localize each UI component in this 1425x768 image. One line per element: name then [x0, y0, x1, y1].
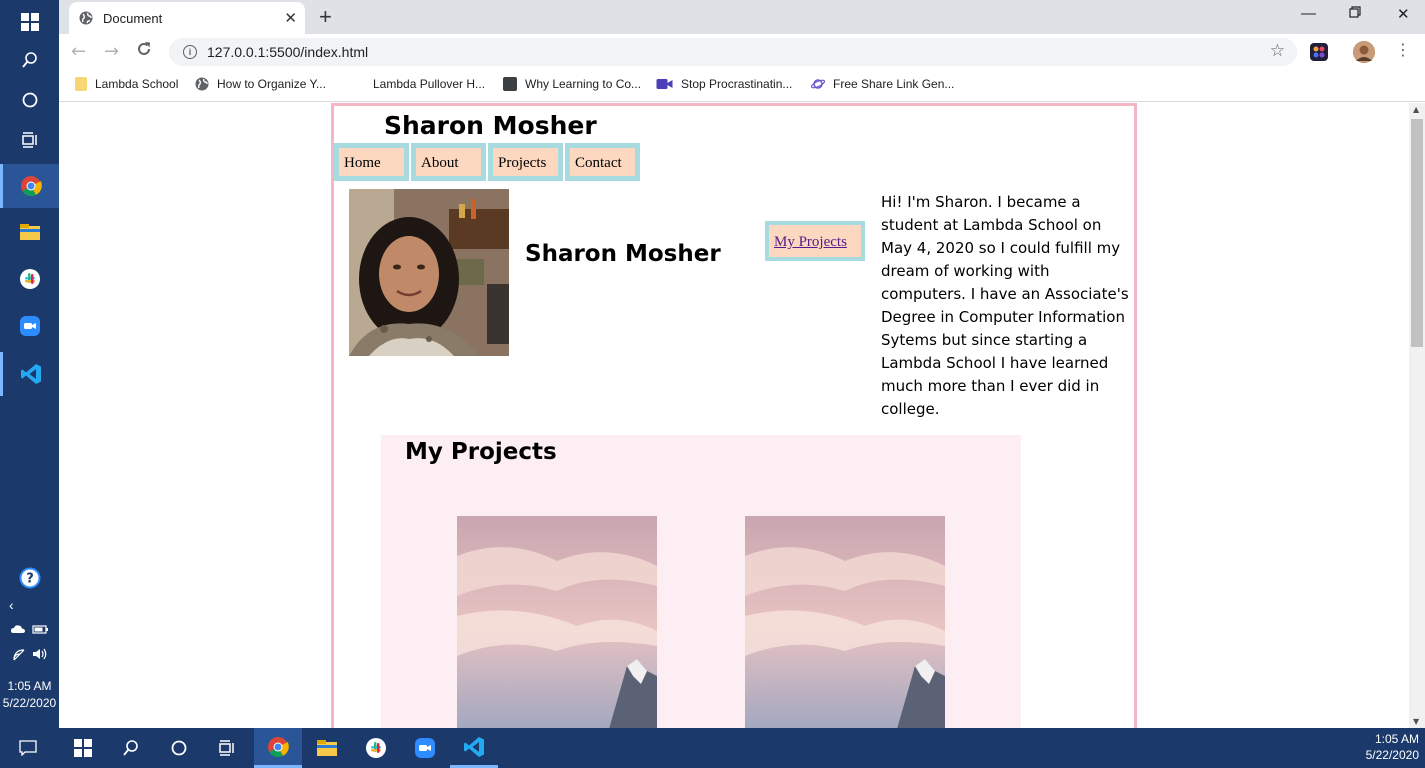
task-view-icon[interactable]	[203, 728, 251, 768]
notion-icon	[503, 77, 517, 91]
url-text: 127.0.0.1:5500/index.html	[207, 44, 369, 60]
profile-photo	[349, 189, 509, 356]
project-image[interactable]	[745, 516, 945, 728]
forward-arrow-icon[interactable]: →	[104, 41, 119, 62]
onedrive-battery-icons[interactable]	[0, 622, 59, 639]
page-viewport: Sharon Mosher Home About Projects Contac…	[59, 103, 1409, 728]
site-title: Sharon Mosher	[384, 111, 597, 140]
chrome-icon[interactable]	[254, 728, 302, 768]
file-explorer-icon[interactable]	[0, 210, 59, 254]
network-volume-icons[interactable]	[0, 646, 59, 665]
help-icon[interactable]: ?	[0, 556, 59, 600]
close-window-icon[interactable]: ✕	[1397, 5, 1410, 23]
chrome-icon[interactable]	[0, 164, 59, 208]
start-icon[interactable]	[59, 728, 107, 768]
bookmark-item[interactable]: How to Organize Y...	[195, 77, 326, 91]
bookmark-star-icon[interactable]: ☆	[1270, 41, 1285, 61]
site-nav: Home About Projects Contact	[334, 143, 642, 181]
browser-tab-bar: Document ✕ + — ✕	[59, 0, 1425, 34]
scrollbar-thumb[interactable]	[1411, 119, 1423, 347]
search-icon[interactable]	[107, 728, 155, 768]
vscode-icon[interactable]	[450, 728, 498, 768]
svg-text:?: ?	[26, 572, 34, 587]
chevron-left-icon[interactable]: ‹	[0, 597, 59, 613]
reload-icon[interactable]	[136, 41, 152, 62]
projects-section: My Projects	[381, 435, 1021, 728]
windows-side-panel: ? ‹ 1:05 AM 5/22/2020	[0, 0, 59, 728]
new-tab-button[interactable]: +	[319, 4, 332, 30]
scroll-down-icon[interactable]: ▼	[1413, 717, 1419, 726]
my-projects-button[interactable]: My Projects	[765, 221, 865, 261]
bookmark-item[interactable]: Stop Procrastinatin...	[656, 77, 792, 91]
nav-contact[interactable]: Contact	[565, 143, 640, 181]
action-center-icon[interactable]	[4, 728, 52, 768]
sidebar-date[interactable]: 5/22/2020	[0, 696, 59, 710]
address-bar[interactable]: i 127.0.0.1:5500/index.html ☆	[169, 38, 1297, 66]
bookmarks-bar: Lambda School How to Organize Y... Lambd…	[59, 70, 1425, 102]
globe-icon	[79, 11, 93, 25]
minimize-icon[interactable]: —	[1301, 5, 1316, 22]
bookmark-label: Lambda Pullover H...	[373, 77, 486, 91]
profile-avatar[interactable]	[1353, 41, 1375, 63]
browser-tab[interactable]: Document ✕	[69, 2, 305, 34]
site-container: Sharon Mosher Home About Projects Contac…	[331, 103, 1137, 728]
globe-icon	[195, 77, 209, 91]
blank-page-icon	[351, 77, 365, 91]
zoom-icon[interactable]	[0, 304, 59, 348]
project-image[interactable]	[457, 516, 657, 728]
scroll-up-icon[interactable]: ▲	[1413, 105, 1419, 114]
search-icon[interactable]	[0, 38, 59, 82]
taskbar-time: 1:05 AM	[1374, 732, 1419, 746]
bookmark-item[interactable]: Free Share Link Gen...	[811, 77, 954, 91]
projects-heading: My Projects	[405, 439, 557, 465]
video-camera-icon	[656, 79, 673, 89]
zoom-icon[interactable]	[401, 728, 449, 768]
taskbar-date: 5/22/2020	[1365, 748, 1419, 762]
planet-icon	[811, 79, 825, 89]
bookmark-item[interactable]: Lambda School	[75, 77, 178, 91]
bookmark-label: How to Organize Y...	[217, 77, 326, 91]
site-info-icon[interactable]: i	[183, 45, 197, 59]
my-projects-link[interactable]: My Projects	[774, 234, 847, 250]
restore-icon[interactable]	[1349, 5, 1361, 22]
back-arrow-icon[interactable]: ←	[71, 41, 86, 62]
bookmark-label: Lambda School	[95, 77, 179, 91]
cortana-icon[interactable]	[0, 78, 59, 122]
bookmark-item[interactable]: Lambda Pullover H...	[351, 77, 485, 91]
file-explorer-icon[interactable]	[303, 728, 351, 768]
bookmark-label: Stop Procrastinatin...	[681, 77, 793, 91]
bookmark-item[interactable]: Why Learning to Co...	[503, 77, 641, 91]
windows-taskbar: 1:05 AM 5/22/2020	[0, 728, 1425, 768]
bookmark-label: Free Share Link Gen...	[833, 77, 955, 91]
hero-name: Sharon Mosher	[525, 241, 721, 267]
nav-home[interactable]: Home	[334, 143, 409, 181]
chrome-menu-icon[interactable]: ⋮	[1395, 40, 1411, 59]
nav-about[interactable]: About	[411, 143, 486, 181]
slack-icon[interactable]	[352, 728, 400, 768]
bio-paragraph: Hi! I'm Sharon. I became a student at La…	[881, 193, 1129, 418]
tab-title: Document	[103, 10, 163, 26]
sidebar-time[interactable]: 1:05 AM	[0, 679, 59, 693]
slack-icon[interactable]	[0, 257, 59, 301]
task-view-icon[interactable]	[0, 118, 59, 162]
vscode-icon[interactable]	[0, 352, 59, 396]
cortana-icon[interactable]	[155, 728, 203, 768]
vertical-scrollbar[interactable]: ▲ ▼	[1409, 103, 1425, 728]
extension-icon[interactable]	[1310, 43, 1328, 61]
close-tab-icon[interactable]: ✕	[284, 9, 297, 27]
bookmark-label: Why Learning to Co...	[525, 77, 642, 91]
folder-icon	[75, 77, 87, 91]
taskbar-clock[interactable]: 1:05 AM 5/22/2020	[1366, 731, 1419, 763]
nav-projects[interactable]: Projects	[488, 143, 563, 181]
browser-toolbar: ← → i 127.0.0.1:5500/index.html ☆ ⋮	[59, 34, 1425, 70]
